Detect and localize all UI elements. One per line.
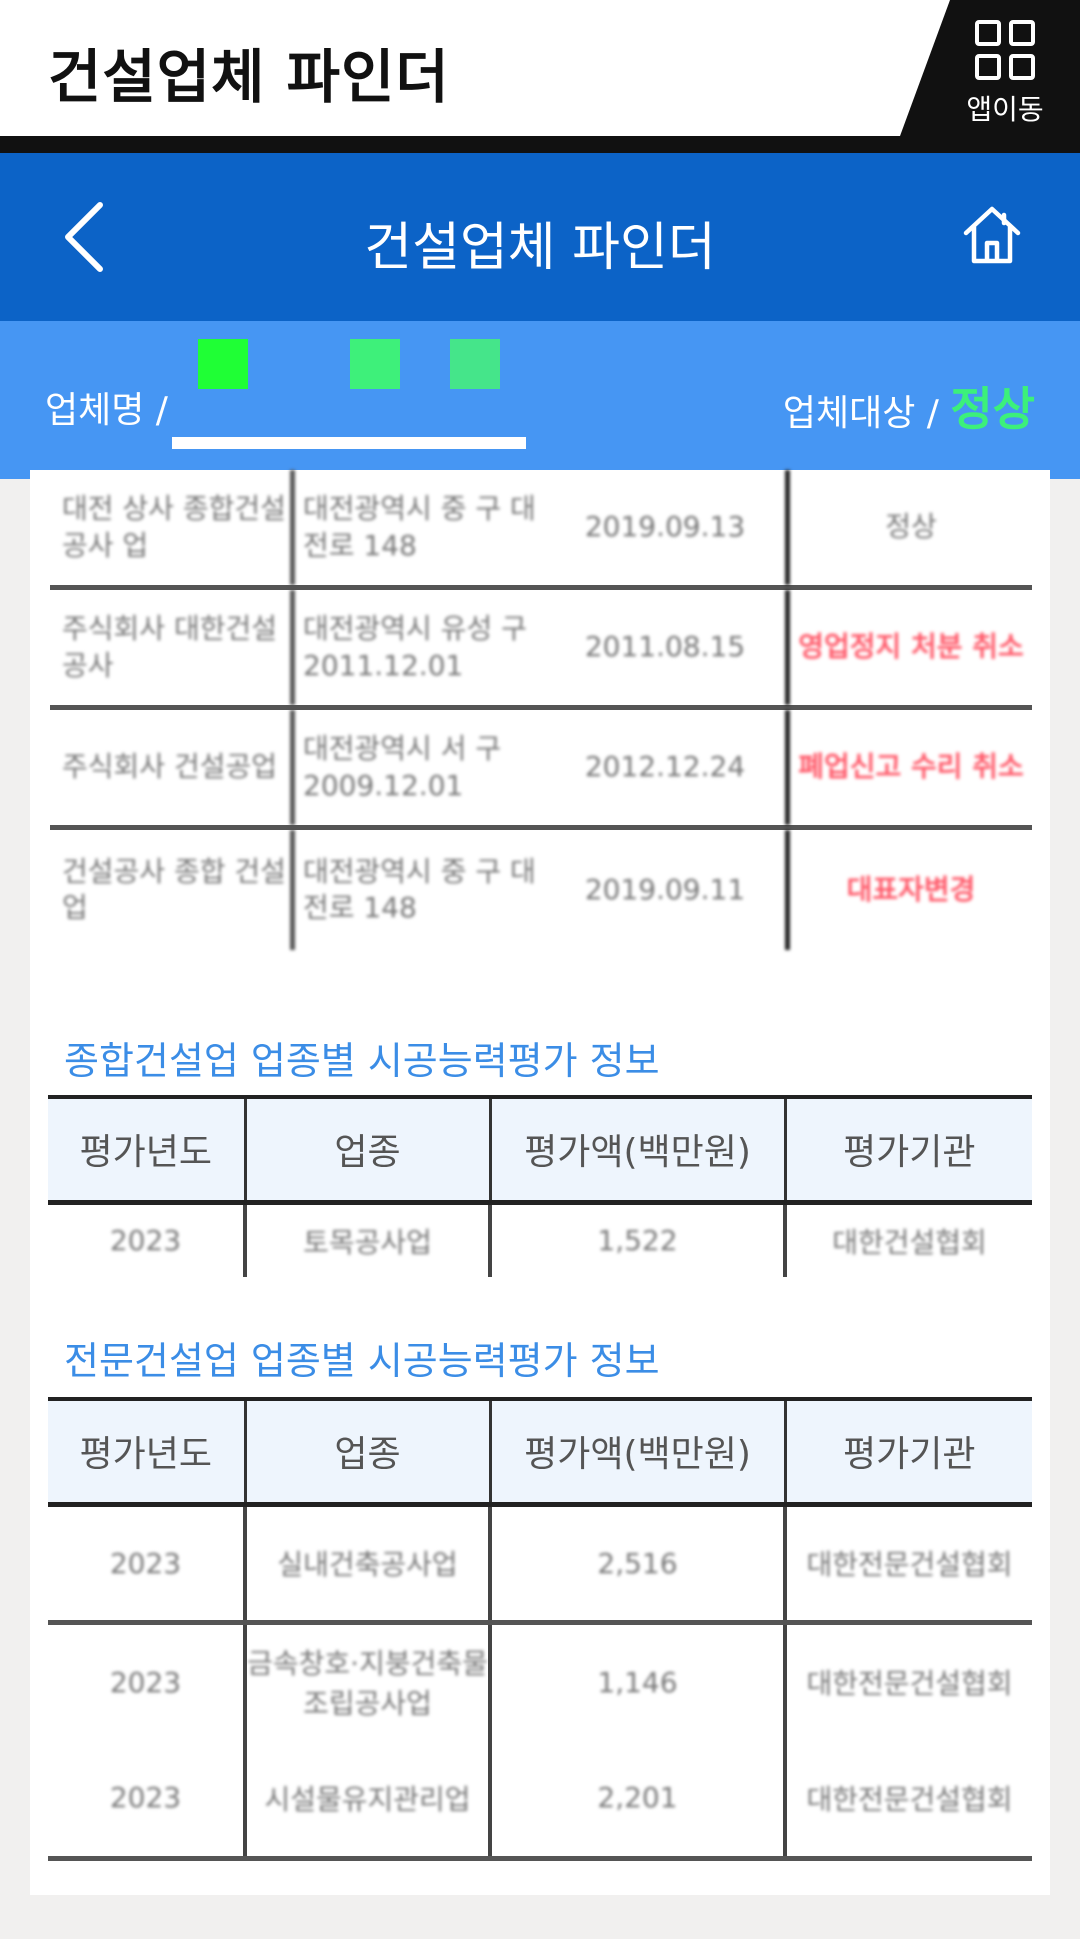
table-cell: 1,146 <box>488 1622 785 1740</box>
table-header-row: 평가년도 업종 평가액(백만원) 평가기관 <box>48 1397 1032 1507</box>
app-move-button[interactable]: 앱이동 <box>950 20 1060 138</box>
table-row: 2023 시설물유지관리업 2,201 대한전문건설협회 <box>48 1740 1032 1861</box>
table-cell: 정상 <box>885 510 937 544</box>
company-name-redacted <box>172 321 526 449</box>
app-top-bar: 건설업체 파인더 앱이동 <box>0 0 1080 153</box>
column-header: 평가년도 <box>48 1397 245 1507</box>
table-row: 건설공사 종합 건설업 대전광역시 중 구 대전로 148 2019.09.11… <box>50 830 1032 950</box>
table-row: 주식회사 건설공업 대전광역시 서 구 2009.12.01 2012.12.2… <box>50 710 1032 830</box>
table-cell: 2,516 <box>488 1504 785 1625</box>
content-card: 대전 상사 종합건설공사 업 대전광역시 중 구 대전로 148 2019.09… <box>30 470 1050 1895</box>
general-eval-table: 평가년도 업종 평가액(백만원) 평가기관 2023 토목공사업 1,522 대… <box>48 1095 1032 1277</box>
table-cell: 대전광역시 중 구 대전로 148 <box>303 492 536 562</box>
table-cell: 2023 <box>109 1665 182 1699</box>
table-cell: 대표자변경 <box>846 872 976 906</box>
table-cell: 2023 <box>109 1224 182 1258</box>
table-cell: 폐업신고 수리 취소 <box>798 750 1024 784</box>
table-cell: 대한건설협회 <box>783 1202 1032 1277</box>
table-row: 2023 토목공사업 1,522 대한건설협회 <box>48 1202 1032 1277</box>
app-title: 건설업체 파인더 <box>48 43 450 111</box>
table-cell: 대한전문건설협회 <box>783 1622 1032 1740</box>
table-cell: 2011.08.15 <box>545 590 790 705</box>
nav-header: 건설업체 파인더 <box>0 153 1080 321</box>
home-icon[interactable] <box>960 203 1024 267</box>
redaction-block <box>198 339 248 389</box>
column-header: 업종 <box>243 1397 490 1507</box>
table-cell: 영업정지 처분 취소 <box>798 630 1024 664</box>
name-underline <box>172 437 526 449</box>
table-cell: 금속창호·지붕건축물조립공사업 <box>243 1622 490 1740</box>
table-header-row: 평가년도 업종 평가액(백만원) 평가기관 <box>48 1095 1032 1205</box>
company-history-table: 대전 상사 종합건설공사 업 대전광역시 중 구 대전로 148 2019.09… <box>50 470 1032 950</box>
column-header: 업종 <box>243 1095 490 1205</box>
column-header: 평가년도 <box>48 1095 245 1205</box>
company-status: 업체대상 / 정상 <box>783 373 1035 439</box>
table-cell: 2012.12.24 <box>545 710 790 825</box>
grid-icon <box>975 20 1035 80</box>
table-cell: 2,201 <box>488 1740 785 1861</box>
table-cell: 주식회사 건설공업 <box>50 710 295 825</box>
target-label: 업체대상 / <box>782 393 939 434</box>
column-header: 평가기관 <box>783 1397 1032 1507</box>
table-cell: 대전광역시 서 구 2009.12.01 <box>303 732 502 802</box>
table-cell: 2019.09.13 <box>545 470 790 585</box>
status-value: 정상 <box>950 382 1035 436</box>
app-move-label: 앱이동 <box>966 93 1044 126</box>
table-row: 2023 금속창호·지붕건축물조립공사업 1,146 대한전문건설협회 <box>48 1622 1032 1740</box>
specialty-eval-title: 전문건설업 업종별 시공능력평가 정보 <box>64 1339 660 1383</box>
table-row: 주식회사 대한건설 공사 대전광역시 유성 구 2011.12.01 2011.… <box>50 590 1032 710</box>
table-cell: 대전 상사 종합건설공사 업 <box>50 470 295 585</box>
table-cell: 1,522 <box>488 1202 785 1277</box>
column-header: 평가액(백만원) <box>488 1397 785 1507</box>
table-cell: 2019.09.11 <box>545 830 790 950</box>
table-cell: 2023 <box>48 1504 245 1625</box>
table-cell: 대전광역시 중 구 대전로 148 <box>303 854 536 924</box>
table-cell: 시설물유지관리업 <box>243 1740 490 1861</box>
table-row: 대전 상사 종합건설공사 업 대전광역시 중 구 대전로 148 2019.09… <box>50 470 1032 590</box>
company-name-label: 업체명 / <box>45 390 168 431</box>
table-cell: 건설공사 종합 건설업 <box>50 830 295 950</box>
table-cell: 토목공사업 <box>243 1202 490 1277</box>
table-cell: 대한전문건설협회 <box>783 1740 1032 1861</box>
column-header: 평가기관 <box>783 1095 1032 1205</box>
table-cell: 주식회사 대한건설 공사 <box>50 590 295 705</box>
table-cell: 대한전문건설협회 <box>783 1504 1032 1625</box>
column-header: 평가액(백만원) <box>488 1095 785 1205</box>
table-cell: 2023 <box>48 1740 245 1861</box>
redaction-block <box>450 339 500 389</box>
specialty-eval-table: 평가년도 업종 평가액(백만원) 평가기관 2023 실내건축공사업 2,516… <box>48 1397 1032 1861</box>
table-row: 2023 실내건축공사업 2,516 대한전문건설협회 <box>48 1504 1032 1625</box>
table-cell: 대전광역시 유성 구 2011.12.01 <box>303 612 527 682</box>
general-eval-title: 종합건설업 업종별 시공능력평가 정보 <box>64 1039 660 1083</box>
company-info-bar: 업체명 / 업체대상 / 정상 <box>0 321 1080 479</box>
table-cell: 실내건축공사업 <box>243 1504 490 1625</box>
page-title: 건설업체 파인더 <box>364 218 716 278</box>
redaction-block <box>350 339 400 389</box>
